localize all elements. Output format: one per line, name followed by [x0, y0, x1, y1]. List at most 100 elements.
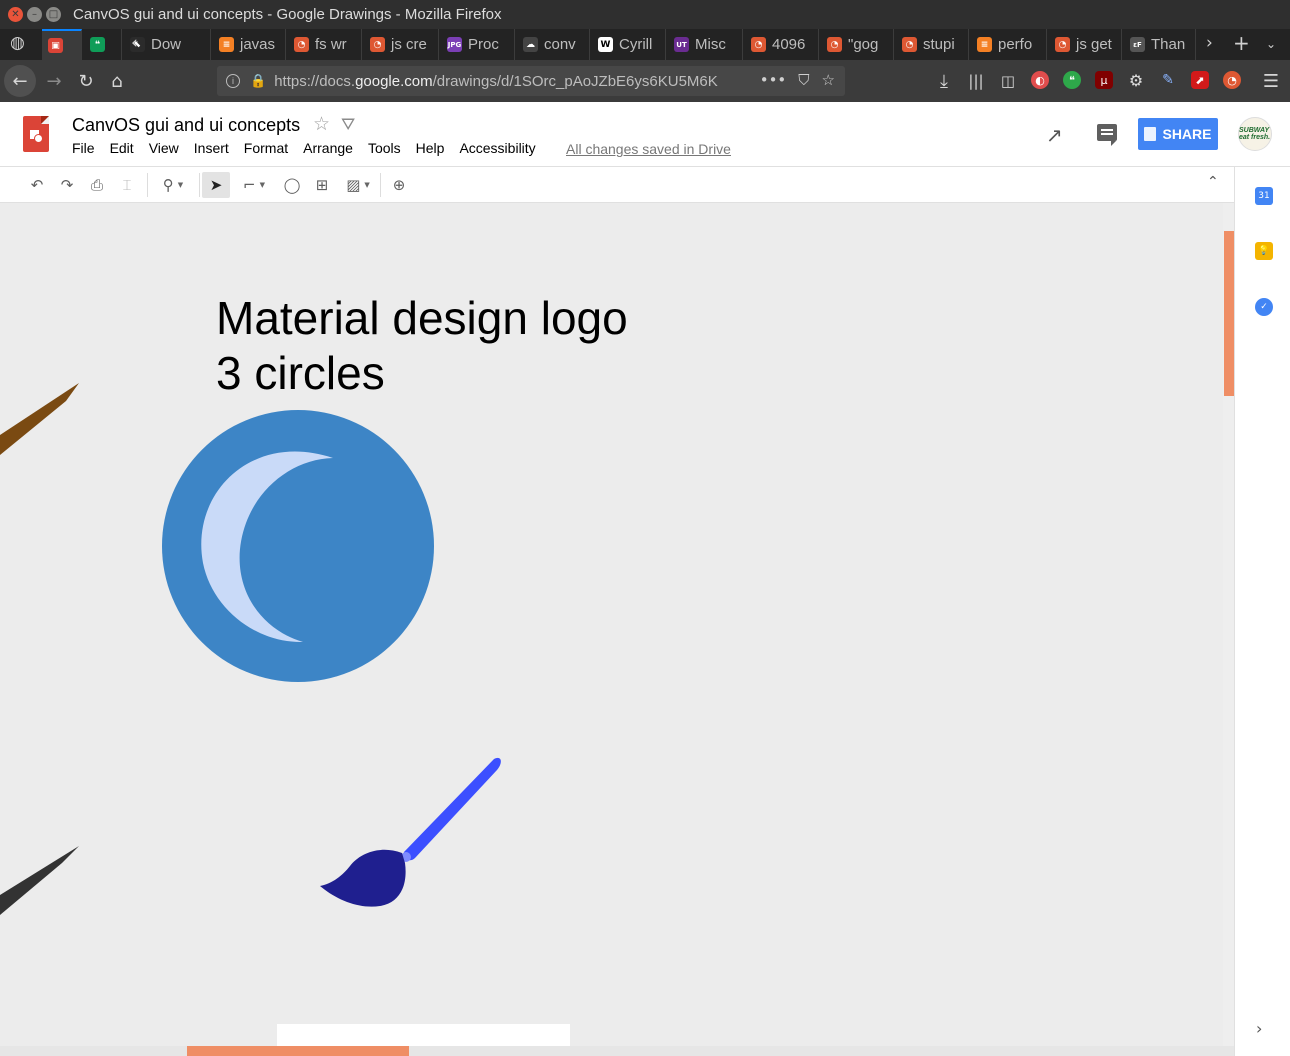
- forward-button[interactable]: →: [40, 67, 68, 95]
- browser-tab[interactable]: JPG Proc: [441, 29, 515, 60]
- select-tool-icon[interactable]: ➤: [202, 172, 230, 198]
- menu-arrange[interactable]: Arrange: [297, 140, 359, 156]
- drawing-canvas[interactable]: Material design logo 3 circles: [0, 203, 1223, 1046]
- menu-format[interactable]: Format: [238, 140, 294, 156]
- line-tool-icon[interactable]: ⌐ ▼: [236, 172, 272, 198]
- privacy-badger-icon[interactable]: ◐: [1031, 71, 1049, 89]
- print-icon[interactable]: ⎙: [86, 172, 108, 198]
- back-button[interactable]: ←: [4, 65, 36, 97]
- redo-icon[interactable]: ↷: [56, 172, 78, 198]
- brush-handle: [403, 757, 501, 861]
- comments-icon[interactable]: [1097, 124, 1117, 146]
- white-rectangle-shape[interactable]: [277, 1024, 570, 1046]
- text-box-icon[interactable]: ⊞: [311, 172, 333, 198]
- menu-file[interactable]: File: [66, 140, 101, 156]
- browser-tab[interactable]: ◔ js get: [1049, 29, 1122, 60]
- collapse-menus-icon[interactable]: ⌃: [1207, 174, 1219, 190]
- globe-icon[interactable]: ◍: [10, 33, 25, 53]
- tab-scroll-right-icon[interactable]: ›: [1206, 33, 1213, 53]
- window-maximize-button[interactable]: □: [46, 7, 61, 22]
- tasks-icon[interactable]: ✓: [1255, 298, 1273, 316]
- browser-tab[interactable]: ◔ "gog: [821, 29, 894, 60]
- menu-tools[interactable]: Tools: [362, 140, 407, 156]
- hamburger-menu-icon[interactable]: ☰: [1257, 67, 1285, 95]
- stackoverflow-icon: ≡: [219, 37, 234, 52]
- move-to-folder-icon[interactable]: ⛛: [341, 115, 355, 135]
- tab-label: js cre: [391, 36, 427, 53]
- horizontal-scroll-thumb[interactable]: [187, 1046, 409, 1056]
- home-button[interactable]: ⌂: [103, 67, 131, 95]
- menu-edit[interactable]: Edit: [104, 140, 140, 156]
- tab-label: javas: [240, 36, 276, 53]
- expand-side-panel-icon[interactable]: ›: [1256, 1019, 1262, 1038]
- browser-tab[interactable]: ❝: [84, 29, 122, 60]
- url-bar[interactable]: i 🔒 https://docs.google.com/drawings/d/1…: [217, 66, 845, 96]
- tab-label: 4096: [772, 36, 806, 53]
- duckduckgo-ext-icon[interactable]: ◔: [1223, 71, 1241, 89]
- browser-tab[interactable]: ▣: [42, 29, 82, 60]
- share-button[interactable]: SHARE: [1138, 118, 1218, 150]
- vertical-scroll-thumb[interactable]: [1224, 231, 1234, 396]
- duckduckgo-icon: ◔: [370, 37, 385, 52]
- canvas-heading[interactable]: Material design logo 3 circles: [216, 291, 628, 401]
- hangouts-icon: ❝: [90, 37, 105, 52]
- browser-tab[interactable]: εF Than: [1124, 29, 1196, 60]
- wikipedia-icon: W: [598, 37, 613, 52]
- browser-tab[interactable]: ◔ js cre: [364, 29, 439, 60]
- info-icon[interactable]: i: [226, 74, 240, 88]
- share-people-icon: [1144, 127, 1157, 141]
- url-text[interactable]: https://docs.google.com/drawings/d/1SOrc…: [274, 73, 734, 90]
- tab-label: fs wr: [315, 36, 347, 53]
- page-actions-icon[interactable]: •••: [760, 71, 787, 89]
- star-icon[interactable]: ☆: [313, 113, 330, 135]
- keep-icon[interactable]: 💡: [1255, 242, 1273, 260]
- horizontal-scrollbar[interactable]: [0, 1046, 1234, 1056]
- activity-trend-icon[interactable]: ↗: [1046, 123, 1063, 147]
- sidebar-icon[interactable]: ◫: [994, 67, 1022, 95]
- settings-gear-icon[interactable]: ⚙: [1127, 71, 1145, 90]
- zoom-icon[interactable]: ⚲ ▼: [155, 172, 191, 198]
- tab-label: Cyrill: [619, 36, 653, 53]
- library-icon[interactable]: |||: [962, 67, 990, 95]
- browser-tab[interactable]: ≡ perfo: [971, 29, 1047, 60]
- tab-list-icon[interactable]: ⌄: [1266, 37, 1276, 51]
- document-title[interactable]: CanvOS gui and ui concepts: [72, 115, 300, 136]
- pdf-ext-icon[interactable]: ⬈: [1191, 71, 1209, 89]
- window-title: CanvOS gui and ui concepts - Google Draw…: [73, 6, 502, 23]
- browser-tab[interactable]: ◔ fs wr: [288, 29, 362, 60]
- avatar[interactable]: SUBWAY eat fresh.: [1238, 117, 1272, 151]
- save-status[interactable]: All changes saved in Drive: [566, 141, 731, 157]
- browser-tab[interactable]: W Cyrill: [592, 29, 666, 60]
- browser-tab[interactable]: ☁ conv: [517, 29, 590, 60]
- shape-tool-icon[interactable]: ◯: [281, 172, 303, 198]
- browser-tab[interactable]: ≡ javas: [213, 29, 286, 60]
- ublock-icon[interactable]: µ: [1095, 71, 1113, 89]
- window-minimize-button[interactable]: –: [27, 7, 42, 22]
- insert-comment-icon[interactable]: ⊕: [388, 172, 410, 198]
- color-picker-icon[interactable]: ✎: [1159, 71, 1177, 89]
- tab-label: "gog: [848, 36, 879, 53]
- undo-icon[interactable]: ↶: [26, 172, 48, 198]
- calendar-icon[interactable]: 31: [1255, 187, 1273, 205]
- downloads-icon[interactable]: ⤓: [930, 67, 958, 95]
- google-drawings-logo-icon[interactable]: [23, 116, 49, 152]
- reload-button[interactable]: ↻: [72, 67, 100, 95]
- window-close-button[interactable]: ✕: [8, 7, 23, 22]
- ef-icon: εF: [1130, 37, 1145, 52]
- image-icon[interactable]: ▨ ▼: [341, 172, 375, 198]
- stackoverflow-icon: ≡: [977, 37, 992, 52]
- bookmark-star-icon[interactable]: ☆: [822, 71, 835, 89]
- brush-tip: [320, 849, 406, 907]
- new-tab-button[interactable]: +: [1233, 31, 1250, 55]
- browser-tab[interactable]: ◔ 4096: [745, 29, 819, 60]
- menu-view[interactable]: View: [143, 140, 185, 156]
- menu-accessibility[interactable]: Accessibility: [453, 140, 541, 156]
- tab-scroll-left-icon[interactable]: ‹: [131, 33, 138, 53]
- pocket-icon[interactable]: ⛉: [798, 71, 809, 89]
- hangouts-ext-icon[interactable]: ❝: [1063, 71, 1081, 89]
- menu-insert[interactable]: Insert: [188, 140, 235, 156]
- browser-tab[interactable]: ◔ stupi: [896, 29, 969, 60]
- menu-help[interactable]: Help: [410, 140, 451, 156]
- paint-format-icon[interactable]: ⌶: [116, 172, 138, 198]
- browser-tab[interactable]: UT Misc: [668, 29, 743, 60]
